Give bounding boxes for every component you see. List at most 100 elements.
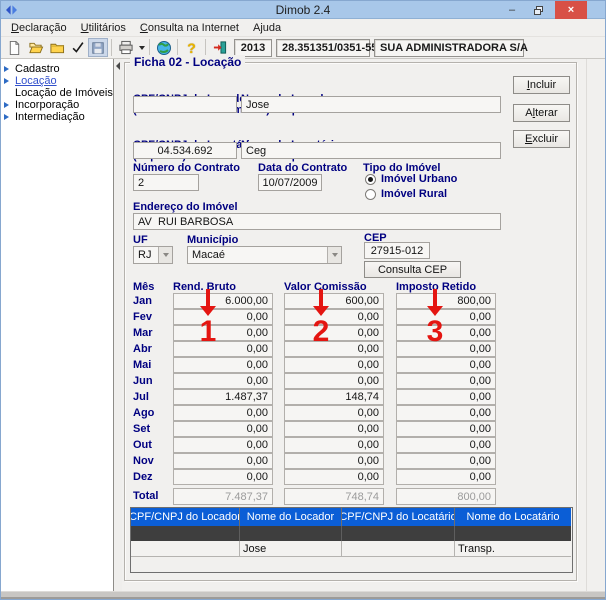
sidebar-item-incorporacao[interactable]: Incorporação — [1, 99, 113, 111]
endereco-input[interactable]: AV RUI BARBOSA — [133, 213, 501, 230]
grid-cell[interactable] — [131, 526, 240, 541]
rend-bruto-input-jun[interactable]: 0,00 — [173, 373, 273, 389]
grid-cell[interactable] — [342, 526, 455, 541]
month-row-set: Set0,000,000,00 — [133, 421, 570, 437]
valor-comissao-input-set[interactable]: 0,00 — [284, 421, 384, 437]
valor-comissao-input-nov[interactable]: 0,00 — [284, 453, 384, 469]
panel-splitter[interactable] — [115, 59, 122, 591]
menu-ajuda[interactable]: Ajuda — [246, 21, 288, 35]
minimize-button[interactable]: – — [501, 1, 523, 19]
grid-cell[interactable]: Jose — [240, 541, 342, 557]
imposto-retido-input-out[interactable]: 0,00 — [396, 437, 496, 453]
rend-bruto-input-dez[interactable]: 0,00 — [173, 469, 273, 485]
incluir-button[interactable]: Incluir — [513, 76, 570, 94]
radio-imovel-urbano[interactable]: Imóvel Urbano — [365, 173, 457, 185]
contrato-data-label: Data do Contrato — [258, 163, 347, 174]
month-row-jul: Jul1.487,37148,740,00 — [133, 389, 570, 405]
valor-comissao-column-header: Valor Comissão — [284, 281, 367, 293]
imposto-retido-input-ago[interactable]: 0,00 — [396, 405, 496, 421]
rend-bruto-input-nov[interactable]: 0,00 — [173, 453, 273, 469]
locador-nome-input[interactable]: Jose — [241, 96, 501, 113]
alterar-button[interactable]: Alterar — [513, 104, 570, 122]
consulta-cep-button[interactable]: Consulta CEP — [364, 261, 461, 278]
tree-arrow-icon — [4, 114, 15, 120]
restore-button[interactable] — [527, 1, 549, 19]
valor-comissao-input-jul[interactable]: 148,74 — [284, 389, 384, 405]
imposto-retido-input-fev[interactable]: 0,00 — [396, 309, 496, 325]
rend-bruto-input-mar[interactable]: 0,00 — [173, 325, 273, 341]
sidebar-item-locacao[interactable]: Locação — [1, 75, 113, 87]
sidebar-item-cadastro[interactable]: Cadastro — [1, 63, 113, 75]
total-label: Total — [133, 491, 158, 502]
imposto-retido-input-jan[interactable]: 800,00 — [396, 293, 496, 309]
chevron-down-icon[interactable] — [158, 247, 172, 263]
valor-comissao-input-ago[interactable]: 0,00 — [284, 405, 384, 421]
imposto-retido-input-abr[interactable]: 0,00 — [396, 341, 496, 357]
rend-bruto-input-set[interactable]: 0,00 — [173, 421, 273, 437]
municipio-select[interactable]: Macaé — [187, 246, 342, 264]
chevron-down-icon[interactable] — [327, 247, 341, 263]
groupbox-title: Ficha 02 - Locação — [130, 55, 245, 69]
radio-selected-icon — [365, 174, 376, 185]
valor-comissao-input-fev[interactable]: 0,00 — [284, 309, 384, 325]
uf-select[interactable]: RJ — [133, 246, 173, 264]
contrato-data-input[interactable]: 10/07/2009 — [258, 174, 322, 191]
sidebar-item-intermediacao[interactable]: Intermediação — [1, 111, 113, 123]
rend-bruto-input-jan[interactable]: 6.000,00 — [173, 293, 273, 309]
rend-bruto-input-fev[interactable]: 0,00 — [173, 309, 273, 325]
toolbar-separator — [205, 39, 206, 56]
locador-cpf-input[interactable] — [133, 96, 237, 113]
check-icon[interactable] — [67, 38, 88, 58]
menu-utilitarios[interactable]: Utilitários — [74, 21, 133, 35]
imposto-retido-input-dez[interactable]: 0,00 — [396, 469, 496, 485]
month-label: Out — [133, 439, 152, 451]
imposto-retido-input-mai[interactable]: 0,00 — [396, 357, 496, 373]
rend-bruto-input-jul[interactable]: 1.487,37 — [173, 389, 273, 405]
radio-label: Imóvel Rural — [381, 188, 447, 200]
valor-comissao-input-dez[interactable]: 0,00 — [284, 469, 384, 485]
open-folder-icon[interactable] — [25, 38, 46, 58]
imposto-retido-input-mar[interactable]: 0,00 — [396, 325, 496, 341]
valor-comissao-input-mar[interactable]: 0,00 — [284, 325, 384, 341]
main-panel: Ficha 02 - Locação CPF/CNPJ do Locador(B… — [122, 59, 605, 591]
close-declaration-folder-icon[interactable] — [46, 38, 67, 58]
imposto-retido-input-nov[interactable]: 0,00 — [396, 453, 496, 469]
grid-cell[interactable] — [131, 541, 240, 557]
excluir-button[interactable]: Excluir — [513, 130, 570, 148]
sidebar-item-locacao-de-imoveis[interactable]: Locação de Imóveis — [1, 87, 113, 99]
grid-row-2[interactable]: Jose Transp. — [131, 541, 572, 557]
imposto-retido-input-jul[interactable]: 0,00 — [396, 389, 496, 405]
tree-arrow-icon — [4, 66, 15, 72]
valor-comissao-input-abr[interactable]: 0,00 — [284, 341, 384, 357]
menu-declaracao[interactable]: Declaração — [4, 21, 74, 35]
close-button[interactable]: × — [555, 1, 587, 19]
municipio-label: Município — [187, 235, 238, 246]
valor-comissao-input-jun[interactable]: 0,00 — [284, 373, 384, 389]
new-document-icon[interactable] — [4, 38, 25, 58]
locatario-nome-input[interactable]: Ceg — [241, 142, 501, 159]
valor-comissao-input-out[interactable]: 0,00 — [284, 437, 384, 453]
cep-input[interactable]: 27915-012 — [364, 242, 430, 259]
rend-bruto-input-mai[interactable]: 0,00 — [173, 357, 273, 373]
menu-consulta-internet[interactable]: Consulta na Internet — [133, 21, 246, 35]
rend-bruto-input-out[interactable]: 0,00 — [173, 437, 273, 453]
imposto-retido-input-jun[interactable]: 0,00 — [396, 373, 496, 389]
imposto-retido-input-set[interactable]: 0,00 — [396, 421, 496, 437]
valor-comissao-input-mai[interactable]: 0,00 — [284, 357, 384, 373]
toolbar-separator — [177, 39, 178, 56]
grid-cell[interactable] — [455, 526, 571, 541]
contrato-numero-input[interactable]: 2 — [133, 174, 199, 191]
grid-cell[interactable]: Transp. — [455, 541, 571, 557]
municipio-value: Macaé — [188, 249, 327, 261]
panel-edge — [586, 59, 587, 591]
locatario-cpf-input[interactable]: 04.534.692 — [133, 142, 237, 159]
rend-bruto-input-abr[interactable]: 0,00 — [173, 341, 273, 357]
rend-bruto-input-ago[interactable]: 0,00 — [173, 405, 273, 421]
valor-comissao-input-jan[interactable]: 600,00 — [284, 293, 384, 309]
grid-row-1-selected[interactable] — [131, 526, 572, 541]
grid-cell[interactable] — [240, 526, 342, 541]
radio-imovel-rural[interactable]: Imóvel Rural — [365, 188, 447, 200]
declarant-cnpj-field: 28.351351/0351-55 — [276, 39, 370, 57]
month-label: Jun — [133, 375, 153, 387]
grid-cell[interactable] — [342, 541, 455, 557]
